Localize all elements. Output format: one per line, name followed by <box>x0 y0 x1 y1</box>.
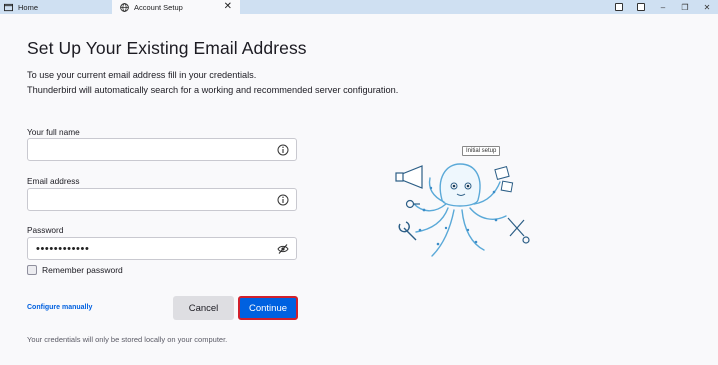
initial-setup-tooltip: Initial setup <box>462 146 501 156</box>
window-controls: – ❐ ✕ <box>608 0 718 14</box>
password-field[interactable]: •••••••••••• <box>27 237 297 260</box>
full-name-input[interactable] <box>27 138 297 161</box>
full-name-label: Your full name <box>27 127 80 137</box>
remember-password-label: Remember password <box>42 265 123 275</box>
eye-slash-icon[interactable] <box>277 243 289 255</box>
page-title: Set Up Your Existing Email Address <box>27 38 307 58</box>
tab-home[interactable]: Home <box>0 0 112 14</box>
intro-line-2: Thunderbird will automatically search fo… <box>27 84 399 95</box>
close-window-button[interactable]: ✕ <box>696 0 718 14</box>
minimize-button[interactable]: – <box>652 0 674 14</box>
octopus-illustration <box>395 163 530 257</box>
close-tab-icon[interactable]: ✕ <box>224 1 232 13</box>
tab-account-setup[interactable]: Account Setup ✕ <box>112 0 240 14</box>
remember-password-row[interactable]: Remember password <box>27 265 123 275</box>
info-icon[interactable] <box>277 144 289 156</box>
email-label: Email address <box>27 176 80 186</box>
maximize-button[interactable]: ❐ <box>674 0 696 14</box>
tab-account-setup-label: Account Setup <box>134 2 183 12</box>
email-field[interactable] <box>27 188 297 211</box>
globe-icon <box>120 2 129 12</box>
tab-bar: Home Account Setup ✕ – ❐ ✕ <box>0 0 718 14</box>
configure-manually-link[interactable]: Configure manually <box>27 304 92 311</box>
password-value: •••••••••••• <box>36 243 90 255</box>
credentials-note: Your credentials will only be stored loc… <box>27 335 228 344</box>
remember-password-checkbox[interactable] <box>27 265 37 275</box>
intro-line-1: To use your current email address fill i… <box>27 70 257 80</box>
home-tab-icon <box>4 3 13 11</box>
cancel-button[interactable]: Cancel <box>173 296 234 320</box>
calendar-icon[interactable] <box>608 0 630 14</box>
tasks-icon[interactable] <box>630 0 652 14</box>
password-label: Password <box>27 225 64 235</box>
tab-home-label: Home <box>18 2 39 12</box>
intro-text: To use your current email address fill i… <box>27 68 398 97</box>
continue-button[interactable]: Continue <box>238 296 298 320</box>
info-icon[interactable] <box>277 194 289 206</box>
